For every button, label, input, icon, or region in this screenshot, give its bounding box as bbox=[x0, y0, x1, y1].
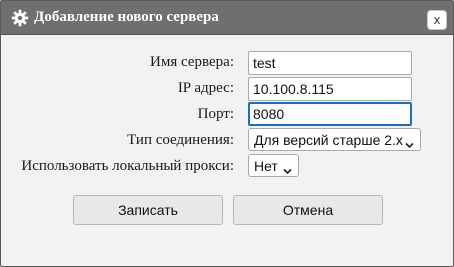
connection-type-value: Для версий старше 2.x bbox=[254, 131, 403, 148]
server-name-label: Имя сервера: bbox=[150, 54, 234, 70]
save-button[interactable]: Записать bbox=[73, 195, 223, 225]
save-button-label: Записать bbox=[118, 202, 178, 218]
port-input[interactable] bbox=[248, 102, 412, 126]
local-proxy-select[interactable]: Нет bbox=[248, 154, 299, 177]
ip-address-label: IP адрес: bbox=[177, 80, 234, 96]
local-proxy-label: Использовать локальный прокси: bbox=[21, 158, 234, 174]
chevron-down-icon bbox=[405, 136, 414, 149]
dialog-titlebar[interactable]: Добавление нового сервера x bbox=[1, 1, 453, 35]
add-server-dialog: Добавление нового сервера x Имя сервера:… bbox=[0, 0, 454, 267]
local-proxy-value: Нет bbox=[254, 157, 278, 174]
cancel-button-label: Отмена bbox=[282, 202, 334, 218]
gear-icon bbox=[11, 9, 29, 27]
dialog-title: Добавление нового сервера bbox=[34, 9, 219, 25]
close-button[interactable]: x bbox=[427, 10, 447, 30]
cancel-button[interactable]: Отмена bbox=[233, 195, 383, 225]
ip-address-input[interactable] bbox=[248, 77, 412, 101]
server-name-input[interactable] bbox=[248, 51, 412, 75]
connection-type-select[interactable]: Для версий старше 2.x bbox=[248, 128, 421, 151]
port-label: Порт: bbox=[197, 106, 234, 122]
chevron-down-icon bbox=[283, 162, 292, 175]
close-icon: x bbox=[433, 12, 441, 27]
connection-type-label: Тип соединения: bbox=[127, 132, 234, 148]
